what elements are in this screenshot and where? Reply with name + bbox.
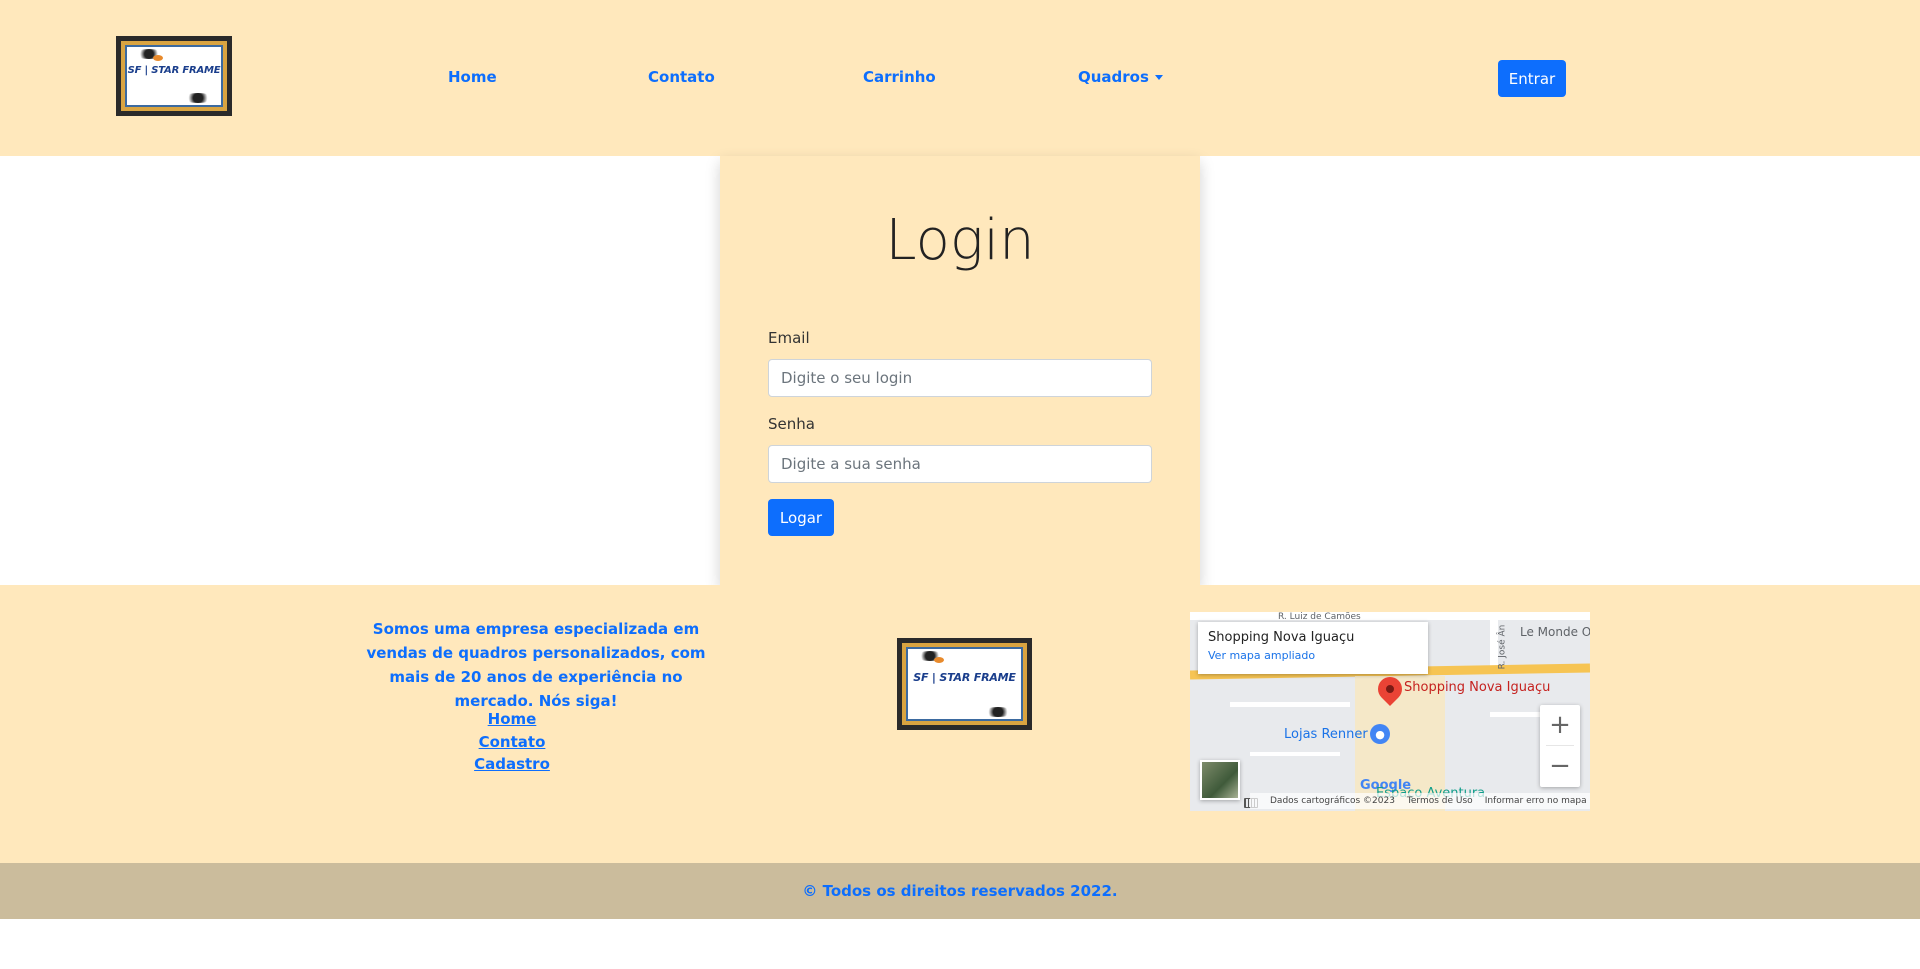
map-pin-label: Shopping Nova Iguaçu <box>1404 680 1551 695</box>
zoom-out-button[interactable]: − <box>1540 746 1580 786</box>
logo-text: SF | STAR FRAME <box>913 670 1016 684</box>
map-poi-label: Lojas Renner <box>1284 727 1368 742</box>
login-card: Login Email Senha Logar <box>720 156 1200 585</box>
password-field[interactable] <box>768 445 1152 483</box>
map-attribution: Dados cartográficos ©2023 Termos de Uso … <box>1250 793 1590 809</box>
nav-quadros-dropdown[interactable]: Quadros <box>1078 68 1163 86</box>
submit-login-button[interactable]: Logar <box>768 499 834 536</box>
logo-text: SF | STAR FRAME <box>127 64 221 76</box>
footer-link-contato[interactable]: Contato <box>440 733 584 751</box>
nav-contato[interactable]: Contato <box>648 68 715 86</box>
map-street <box>1190 612 1590 620</box>
email-field[interactable] <box>768 359 1152 397</box>
paint-splat-decoration <box>934 657 944 663</box>
email-label: Email <box>768 329 810 347</box>
footer-link-home[interactable]: Home <box>440 710 584 728</box>
page-title: Login <box>885 208 1035 273</box>
map-zoom-controls: + − <box>1540 705 1580 787</box>
map-street-label: R. José Ân <box>1497 624 1508 670</box>
map-terms-link[interactable]: Termos de Uso <box>1407 796 1473 806</box>
map-larger-link[interactable]: Ver mapa ampliado <box>1208 649 1418 662</box>
map-data-credit: Dados cartográficos ©2023 <box>1270 796 1395 806</box>
paint-splat-decoration <box>153 55 163 61</box>
shopping-bag-icon[interactable]: ● <box>1370 724 1390 744</box>
nav-quadros-label: Quadros <box>1078 68 1149 86</box>
site-footer: Somos uma empresa especializada em venda… <box>0 585 1920 863</box>
copyright-bar: © Todos os direitos reservados 2022. <box>0 863 1920 919</box>
paint-splat-decoration <box>983 707 1013 717</box>
embedded-map[interactable]: R. Luiz de Camões R. José Ân Le Monde Of… <box>1190 612 1590 811</box>
satellite-toggle-thumbnail[interactable] <box>1200 760 1240 800</box>
footer-link-cadastro[interactable]: Cadastro <box>440 755 584 773</box>
map-place-label: Le Monde Off <box>1520 625 1590 639</box>
map-street-label: R. Luiz de Camões <box>1278 612 1361 622</box>
paint-splat-decoration <box>183 93 213 103</box>
brand-logo[interactable]: SF | STAR FRAME <box>116 36 232 116</box>
map-street <box>1230 702 1350 707</box>
map-report-link[interactable]: Informar erro no mapa <box>1485 796 1587 806</box>
nav-carrinho[interactable]: Carrinho <box>863 68 936 86</box>
site-header: SF | STAR FRAME Home Contato Carrinho Qu… <box>0 0 1920 156</box>
chevron-down-icon <box>1154 75 1163 80</box>
password-label: Senha <box>768 415 815 433</box>
map-place-title: Shopping Nova Iguaçu <box>1208 630 1355 645</box>
nav-home[interactable]: Home <box>448 68 497 86</box>
about-text: Somos uma empresa especializada em venda… <box>366 620 706 710</box>
map-info-card: Shopping Nova Iguaçu Ver mapa ampliado <box>1198 622 1428 674</box>
map-street <box>1250 752 1340 756</box>
header-login-button[interactable]: Entrar <box>1498 60 1566 97</box>
footer-logo: SF | STAR FRAME <box>897 638 1032 730</box>
zoom-in-button[interactable]: + <box>1540 705 1580 745</box>
